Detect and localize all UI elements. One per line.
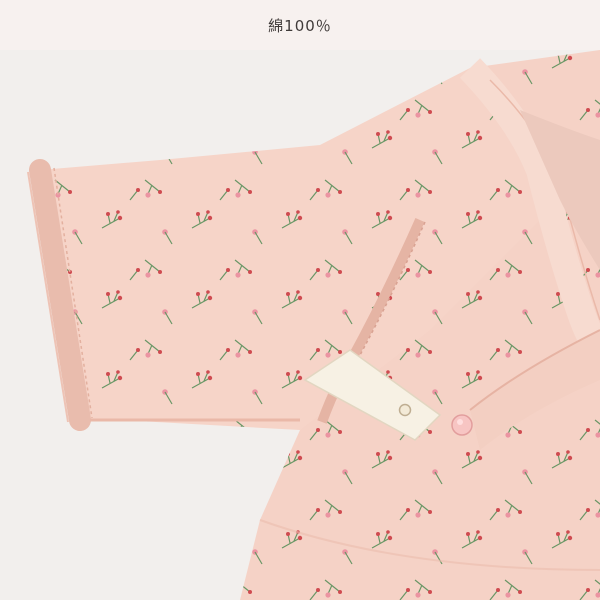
product-detail-panel: 綿100％ [0, 0, 600, 600]
snap-button [451, 414, 473, 436]
header-bar: 綿100％ [0, 0, 600, 50]
garment-illustration [0, 50, 600, 600]
material-label: 綿100％ [268, 16, 332, 35]
garment-photo [0, 50, 600, 600]
